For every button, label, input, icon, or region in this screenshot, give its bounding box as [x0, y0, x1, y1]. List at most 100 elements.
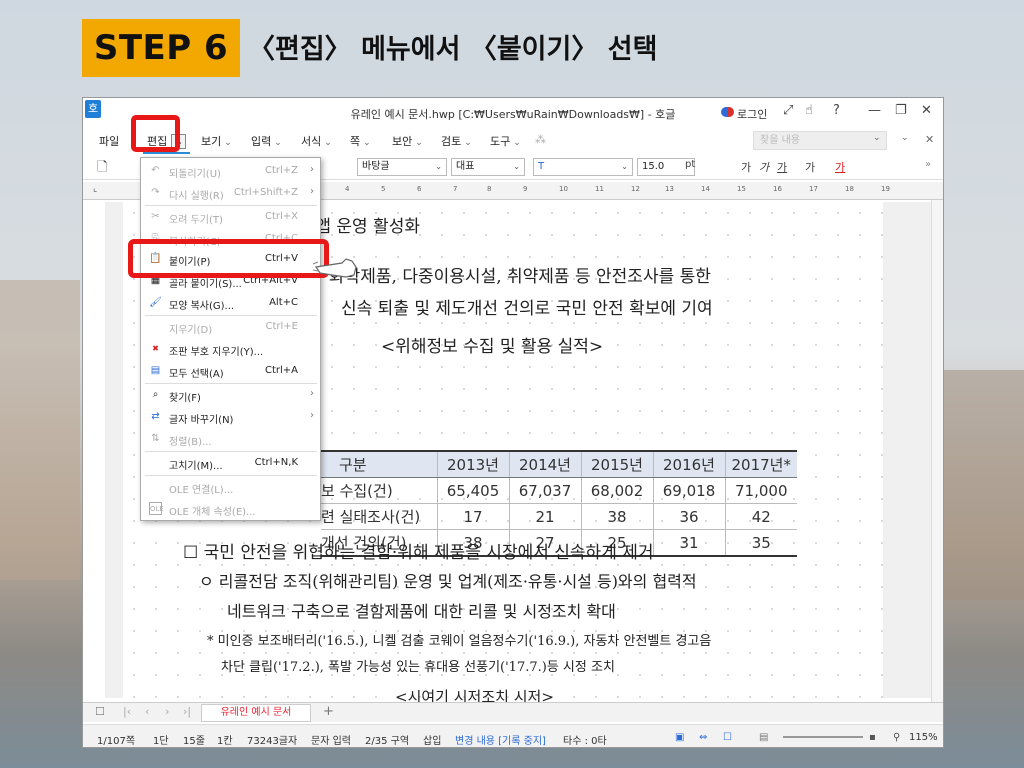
underline-button[interactable]: 가: [777, 159, 787, 175]
menu-item-label: 지우기(D): [169, 325, 213, 336]
chevron-down-icon: ⌄: [513, 138, 521, 148]
italic-button[interactable]: 가: [759, 159, 769, 175]
menu-tools[interactable]: 도구 ⌄: [490, 133, 521, 149]
tab-nav-next-icon[interactable]: ›: [165, 705, 169, 718]
menu-item-label: 모양 복사(G)...: [169, 301, 235, 312]
bold-button[interactable]: 가: [741, 159, 751, 175]
status-track-changes[interactable]: 변경 내용 [기록 중지]: [455, 732, 546, 747]
view-width-icon[interactable]: ⇔: [699, 732, 707, 743]
menu-security[interactable]: 보안 ⌄: [392, 133, 423, 149]
table-cell: 68,002: [580, 477, 653, 504]
hand-icon[interactable]: ☝: [805, 103, 813, 118]
font-select[interactable]: T ⌄: [533, 158, 633, 176]
doc-line: * 미인증 보조배터리('16.5.), 니켈 검출 코웨이 얼음정수기('16…: [207, 634, 712, 649]
ole-icon: OLE: [149, 502, 164, 515]
fullscreen-icon[interactable]: ⤢: [783, 103, 793, 118]
table-cell: 21: [508, 503, 581, 530]
vertical-scrollbar[interactable]: [931, 200, 943, 722]
new-doc-icon[interactable]: 🗋: [97, 158, 107, 180]
search-input[interactable]: 찾을 내용: [753, 131, 887, 150]
font-category-value: 대표: [456, 161, 475, 172]
close-icon[interactable]: ✕: [921, 103, 932, 118]
view-multi-icon[interactable]: ▤: [759, 732, 768, 743]
menu-insert[interactable]: 입력 ⌄: [251, 133, 282, 149]
zoom-fit-icon[interactable]: ▪: [869, 732, 876, 743]
sort-icon: ⇅: [151, 433, 160, 444]
menu-item-ole-properties[interactable]: OLE OLE 개체 속성(E)...: [141, 498, 320, 520]
view-page-icon[interactable]: ☐: [723, 732, 732, 743]
menu-item-format-copy[interactable]: 🖌 모양 복사(G)... Alt+C: [141, 292, 320, 314]
chevron-down-icon[interactable]: ⌄: [901, 133, 909, 143]
restore-icon[interactable]: ❐: [895, 103, 907, 118]
minimize-icon[interactable]: —: [868, 103, 881, 118]
table-header: 2017년*: [724, 450, 797, 478]
paste-item-highlight: [128, 239, 329, 278]
tab-nav-first-icon[interactable]: |‹: [123, 705, 131, 718]
font-color-button[interactable]: 가: [835, 159, 845, 175]
zoom-level: 115%: [909, 732, 938, 743]
ruler-tick: 16: [773, 185, 782, 193]
clear-marks-icon: ✖: [152, 344, 159, 353]
title-bar: 호 유레인 예시 문서.hwp [C:₩Users₩uRain₩Download…: [83, 98, 943, 126]
status-column: 1칸: [217, 736, 233, 747]
window-title: 유레인 예시 문서.hwp [C:₩Users₩uRain₩Downloads₩…: [350, 108, 676, 121]
table-cell: 35: [724, 529, 797, 557]
font-category-select[interactable]: 대표 ⌄: [451, 158, 525, 176]
menu-review[interactable]: 검토 ⌄: [441, 133, 472, 149]
table-header: 2015년: [580, 450, 653, 478]
menu-insert-label: 입력: [251, 135, 272, 148]
table-cell: 17: [436, 503, 509, 530]
menu-item-replace[interactable]: ⇄ 글자 바꾸기(N) ›: [141, 406, 320, 428]
tab-list-icon[interactable]: ☐: [95, 705, 105, 718]
menu-item-cut[interactable]: ✂ 오려 두기(T) Ctrl+X: [141, 206, 320, 228]
zoom-slider[interactable]: [783, 736, 863, 738]
menu-file[interactable]: 파일: [99, 133, 119, 149]
background-building-right: [944, 370, 1024, 600]
edit-menu-highlight: [131, 115, 180, 152]
menu-item-undo[interactable]: ↶ 되돌리기(U) Ctrl+Z ›: [141, 160, 320, 182]
scissors-icon: ✂: [151, 211, 160, 222]
menu-view[interactable]: 보기 ⌄: [201, 133, 232, 149]
tab-nav-prev-icon[interactable]: ‹: [145, 705, 149, 718]
close-icon[interactable]: ✕: [925, 133, 934, 146]
ruler-tick: 18: [845, 185, 854, 193]
login-button[interactable]: 로그인: [737, 106, 767, 122]
menu-item-select-all[interactable]: ▤ 모두 선택(A) Ctrl+A: [141, 360, 320, 382]
add-tab-icon[interactable]: +: [323, 704, 334, 719]
help-icon[interactable]: ?: [833, 103, 840, 118]
more-icon[interactable]: »: [925, 159, 931, 170]
status-insert[interactable]: 삽입: [423, 732, 441, 747]
menu-item-ole-link[interactable]: OLE 연결(L)...: [141, 476, 320, 498]
menu-item-redo[interactable]: ↷ 다시 실행(R) Ctrl+Shift+Z ›: [141, 182, 320, 204]
menu-item-clear-marks[interactable]: ✖ 조판 부호 지우기(Y)...: [141, 338, 320, 360]
chevron-down-icon: ⌄: [224, 138, 232, 148]
table-cell: 련 실태조사(건): [321, 503, 437, 530]
menu-page[interactable]: 쪽 ⌄: [350, 133, 371, 149]
style-select[interactable]: 바탕글 ⌄: [357, 158, 447, 176]
tab-stop-icon[interactable]: ⌞: [93, 184, 97, 194]
chevron-down-icon[interactable]: ⌄: [873, 133, 881, 143]
chevron-down-icon: ⌄: [435, 162, 442, 171]
select-all-icon: ▤: [150, 365, 161, 376]
strike-button[interactable]: 가: [805, 159, 815, 175]
menu-format[interactable]: 서식 ⌄: [301, 133, 332, 149]
addin-icon[interactable]: ⁂: [535, 133, 546, 146]
doc-line: 화학제품, 다중이용시설, 취약제품 등 안전조사를 통한: [329, 267, 711, 287]
menu-item-label: 고치기(M)...: [169, 461, 223, 472]
view-normal-icon[interactable]: ▣: [675, 732, 684, 743]
zoom-icon[interactable]: ⚲: [893, 732, 900, 743]
table-header: 2016년: [652, 450, 725, 478]
status-section: 1단: [153, 736, 169, 747]
table-cell: 69,018: [652, 477, 725, 504]
status-line: 15줄: [183, 736, 205, 747]
document-tab[interactable]: 유레인 예시 문서: [201, 704, 311, 722]
table-cell: 42: [724, 503, 797, 530]
menu-item-sort[interactable]: ⇅ 정렬(B)...: [141, 428, 320, 450]
chevron-down-icon: ⌄: [363, 138, 371, 148]
ruler-tick: 19: [881, 185, 890, 193]
menu-item-label: 모두 선택(A): [169, 369, 224, 380]
tab-nav-last-icon[interactable]: ›|: [183, 705, 191, 718]
menu-item-find[interactable]: ⌕ 찾기(F) ›: [141, 384, 320, 406]
menu-item-delete[interactable]: 지우기(D) Ctrl+E: [141, 316, 320, 338]
menu-item-modify[interactable]: 고치기(M)... Ctrl+N,K: [141, 452, 320, 474]
